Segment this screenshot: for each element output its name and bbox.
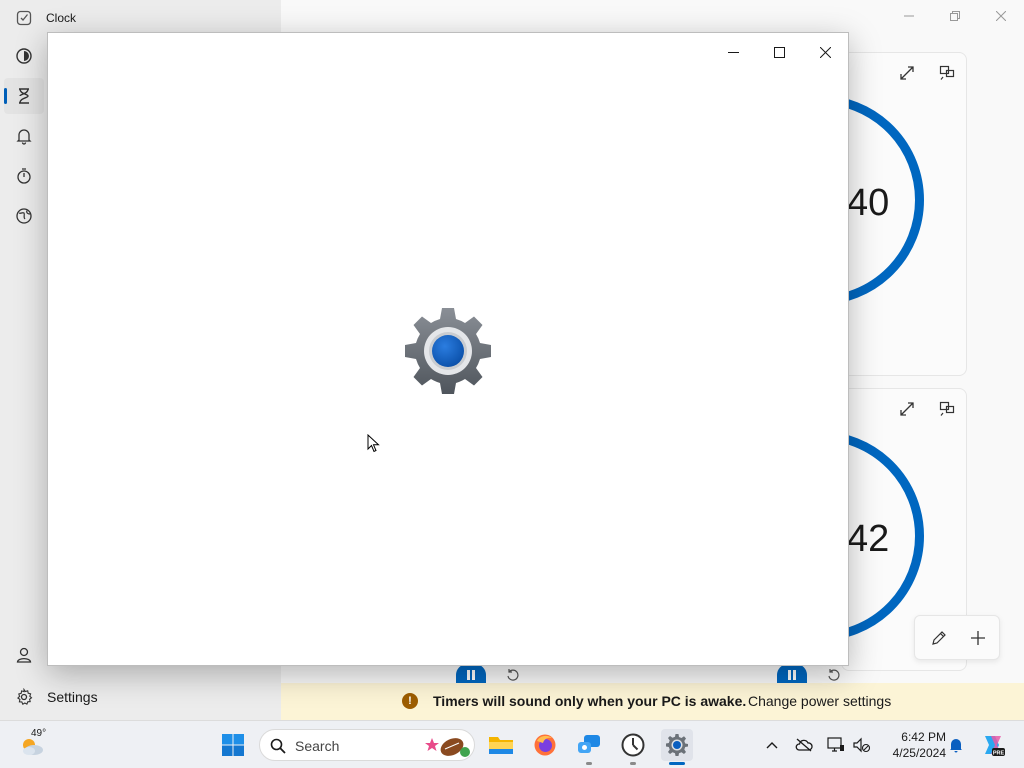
volume-tray-button[interactable]: [852, 735, 872, 755]
expand-icon: [900, 66, 914, 80]
weather-widget[interactable]: 49°: [17, 727, 57, 763]
keep-on-top-button[interactable]: [935, 61, 959, 85]
show-hidden-icons-button[interactable]: [762, 735, 782, 755]
clock-app-logo-icon: [16, 10, 32, 26]
pause-icon: [467, 670, 475, 680]
search-highlight-icon: [425, 738, 470, 757]
hourglass-icon: [19, 88, 29, 104]
taskbar-time: 6:42 PM: [901, 730, 946, 744]
timer-actions-panel: [914, 615, 1000, 660]
globe-icon: [16, 208, 32, 224]
app-title: Clock: [46, 11, 77, 25]
nav-stopwatch[interactable]: [4, 158, 44, 194]
weather-temperature: 49°: [31, 728, 47, 739]
network-tray-button[interactable]: [826, 735, 846, 755]
timer-display: 42: [847, 518, 890, 560]
copilot-button[interactable]: PRE: [980, 732, 1006, 758]
nav-timer[interactable]: [4, 78, 44, 114]
keep-on-top-icon: [939, 65, 955, 80]
stopwatch-icon: [17, 168, 31, 184]
settings-close-button[interactable]: [802, 37, 848, 67]
mouse-cursor-icon: [367, 434, 380, 453]
active-indicator: [669, 762, 685, 765]
reset-icon: [507, 669, 519, 681]
info-bar: ! Timers will sound only when your PC is…: [281, 683, 1024, 720]
settings-app-button[interactable]: [661, 729, 693, 765]
timer-card-1[interactable]: 40: [841, 52, 967, 376]
teams-button[interactable]: [573, 729, 605, 765]
settings-gear-icon: [405, 308, 491, 394]
account-button[interactable]: [4, 637, 44, 673]
expand-timer-button[interactable]: [895, 397, 919, 421]
reset-icon: [828, 669, 840, 681]
running-indicator: [586, 762, 592, 765]
timer-display: 40: [847, 182, 890, 224]
monitor-network-icon: [827, 737, 844, 752]
clock-restore-button[interactable]: [932, 4, 978, 28]
settings-maximize-button[interactable]: [756, 37, 802, 67]
firefox-button[interactable]: [529, 729, 561, 761]
onedrive-tray-button[interactable]: [794, 735, 814, 755]
sidebar-settings-label: Settings: [47, 689, 98, 705]
expand-icon: [900, 402, 914, 416]
change-power-settings-link[interactable]: Change power settings: [748, 693, 891, 709]
warning-icon: !: [402, 693, 418, 709]
clock-icon: [621, 733, 645, 757]
taskbar-date: 4/25/2024: [892, 746, 946, 760]
search-placeholder: Search: [295, 738, 340, 754]
windows-logo-icon: [222, 734, 244, 756]
folder-icon: [489, 737, 513, 754]
plus-icon: [971, 631, 985, 645]
taskbar-search-box[interactable]: Search: [259, 729, 475, 761]
clock-app-button[interactable]: [617, 729, 649, 765]
keep-on-top-button[interactable]: [935, 397, 959, 421]
maximize-icon: [773, 46, 785, 58]
cloud-offline-icon: [795, 738, 813, 752]
bell-icon: [16, 129, 32, 145]
bell-icon: [950, 739, 962, 753]
file-explorer-button[interactable]: [485, 729, 517, 761]
pause-icon: [788, 670, 796, 680]
minimize-icon: [904, 15, 914, 17]
taskbar: 49° Search 6:42 PM 4/25/2024 PRE: [0, 720, 1024, 768]
gear-icon: [17, 688, 33, 705]
nav-world-clock[interactable]: [4, 198, 44, 234]
restore-icon: [950, 11, 960, 21]
info-bar-message: Timers will sound only when your PC is a…: [433, 693, 747, 709]
keep-on-top-icon: [939, 401, 955, 416]
reset-button[interactable]: [503, 665, 523, 685]
settings-minimize-button[interactable]: [710, 37, 756, 67]
volume-muted-icon: [853, 737, 871, 753]
person-icon: [16, 647, 32, 663]
start-button[interactable]: [217, 729, 249, 761]
nav-focus-sessions[interactable]: [4, 38, 44, 74]
svg-text:PRE: PRE: [993, 750, 1005, 756]
running-indicator: [630, 762, 636, 765]
search-icon: [270, 738, 286, 754]
sidebar-settings-button[interactable]: Settings: [4, 680, 274, 714]
firefox-icon: [534, 734, 556, 756]
chat-icon: [578, 735, 600, 753]
close-icon: [996, 11, 1006, 21]
edit-timers-button[interactable]: [927, 626, 951, 650]
notifications-button[interactable]: [946, 735, 966, 755]
settings-app-window: [47, 32, 849, 666]
clock-minimize-button[interactable]: [886, 4, 932, 28]
add-timer-button[interactable]: [966, 626, 990, 650]
pencil-icon: [932, 631, 946, 645]
expand-timer-button[interactable]: [895, 61, 919, 85]
copilot-icon: PRE: [985, 736, 1005, 756]
taskbar-clock[interactable]: 6:42 PM 4/25/2024: [880, 729, 946, 761]
settings-gear-icon: [666, 734, 688, 756]
chevron-up-icon: [766, 742, 778, 749]
focus-icon: [16, 48, 32, 64]
reset-button[interactable]: [824, 665, 844, 685]
nav-alarm[interactable]: [4, 118, 44, 154]
close-icon: [819, 46, 831, 58]
minimize-icon: [727, 51, 739, 53]
clock-close-button[interactable]: [978, 4, 1024, 28]
